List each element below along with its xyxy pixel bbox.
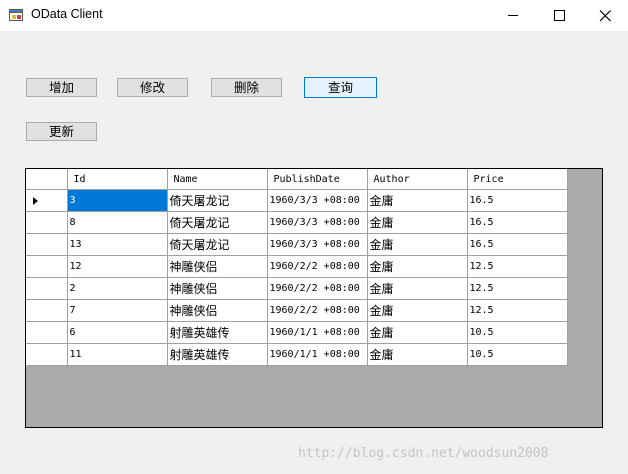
cell-id[interactable]: 6 xyxy=(67,321,168,344)
cell-name[interactable]: 神雕侠侣 xyxy=(167,277,268,300)
cell-price[interactable]: 10.5 xyxy=(467,321,568,344)
minimize-icon xyxy=(508,15,518,16)
column-header-author[interactable]: Author xyxy=(367,169,468,190)
cell-author[interactable]: 金庸 xyxy=(367,255,468,278)
row-header[interactable] xyxy=(26,299,68,322)
table-row[interactable]: 3 倚天屠龙记 1960/3/3 +08:00 金庸 16.5 xyxy=(26,189,568,212)
cell-author[interactable]: 金庸 xyxy=(367,233,468,256)
table-row[interactable]: 6 射雕英雄传 1960/1/1 +08:00 金庸 10.5 xyxy=(26,321,568,344)
table-row[interactable]: 11 射雕英雄传 1960/1/1 +08:00 金庸 10.5 xyxy=(26,343,568,366)
maximize-button[interactable] xyxy=(536,0,582,31)
cell-publish-date[interactable]: 1960/1/1 +08:00 xyxy=(267,321,368,344)
table-row[interactable]: 12 神雕侠侣 1960/2/2 +08:00 金庸 12.5 xyxy=(26,255,568,278)
cell-publish-date[interactable]: 1960/3/3 +08:00 xyxy=(267,233,368,256)
add-button[interactable]: 增加 xyxy=(26,78,97,97)
delete-button[interactable]: 删除 xyxy=(211,78,282,97)
book-data-grid[interactable]: Id Name PublishDate Author Price 3 倚天屠龙记… xyxy=(25,168,603,428)
row-header[interactable] xyxy=(26,211,68,234)
edit-button[interactable]: 修改 xyxy=(117,78,188,97)
cell-author[interactable]: 金庸 xyxy=(367,277,468,300)
cell-name[interactable]: 神雕侠侣 xyxy=(167,299,268,322)
cell-publish-date[interactable]: 1960/2/2 +08:00 xyxy=(267,255,368,278)
cell-id[interactable]: 8 xyxy=(67,211,168,234)
cell-id[interactable]: 11 xyxy=(67,343,168,366)
cell-name[interactable]: 射雕英雄传 xyxy=(167,343,268,366)
minimize-button[interactable] xyxy=(490,0,536,31)
grid-table: Id Name PublishDate Author Price 3 倚天屠龙记… xyxy=(26,169,568,366)
cell-name[interactable]: 倚天屠龙记 xyxy=(167,233,268,256)
cell-author[interactable]: 金庸 xyxy=(367,343,468,366)
query-button[interactable]: 查询 xyxy=(304,77,377,98)
maximize-icon xyxy=(554,10,565,21)
cell-price[interactable]: 16.5 xyxy=(467,233,568,256)
cell-id[interactable]: 2 xyxy=(67,277,168,300)
title-bar[interactable]: OData Client xyxy=(0,0,628,31)
cell-id[interactable]: 13 xyxy=(67,233,168,256)
grid-header-row: Id Name PublishDate Author Price xyxy=(26,169,568,190)
cell-price[interactable]: 12.5 xyxy=(467,299,568,322)
cell-author[interactable]: 金庸 xyxy=(367,211,468,234)
row-header[interactable] xyxy=(26,321,68,344)
current-row-arrow-icon xyxy=(33,197,38,205)
row-header[interactable] xyxy=(26,277,68,300)
close-button[interactable] xyxy=(582,0,628,31)
cell-name[interactable]: 射雕英雄传 xyxy=(167,321,268,344)
cell-publish-date[interactable]: 1960/3/3 +08:00 xyxy=(267,211,368,234)
cell-name[interactable]: 倚天屠龙记 xyxy=(167,211,268,234)
row-header[interactable] xyxy=(26,255,68,278)
row-header[interactable] xyxy=(26,189,68,212)
cell-publish-date[interactable]: 1960/1/1 +08:00 xyxy=(267,343,368,366)
cell-price[interactable]: 10.5 xyxy=(467,343,568,366)
refresh-button[interactable]: 更新 xyxy=(26,122,97,141)
close-icon xyxy=(599,10,611,22)
table-row[interactable]: 8 倚天屠龙记 1960/3/3 +08:00 金庸 16.5 xyxy=(26,211,568,234)
cell-price[interactable]: 16.5 xyxy=(467,189,568,212)
cell-publish-date[interactable]: 1960/2/2 +08:00 xyxy=(267,299,368,322)
cell-price[interactable]: 12.5 xyxy=(467,255,568,278)
cell-author[interactable]: 金庸 xyxy=(367,321,468,344)
cell-name[interactable]: 神雕侠侣 xyxy=(167,255,268,278)
cell-id[interactable]: 3 xyxy=(67,189,168,212)
cell-price[interactable]: 12.5 xyxy=(467,277,568,300)
column-header-publishdate[interactable]: PublishDate xyxy=(267,169,368,190)
column-header-price[interactable]: Price xyxy=(467,169,568,190)
cell-publish-date[interactable]: 1960/2/2 +08:00 xyxy=(267,277,368,300)
column-header-id[interactable]: Id xyxy=(67,169,168,190)
cell-id[interactable]: 7 xyxy=(67,299,168,322)
window-title: OData Client xyxy=(31,7,103,21)
table-row[interactable]: 13 倚天屠龙记 1960/3/3 +08:00 金庸 16.5 xyxy=(26,233,568,256)
grid-corner-cell[interactable] xyxy=(26,169,68,190)
cell-author[interactable]: 金庸 xyxy=(367,189,468,212)
cell-name[interactable]: 倚天屠龙记 xyxy=(167,189,268,212)
cell-price[interactable]: 16.5 xyxy=(467,211,568,234)
app-window-icon xyxy=(9,8,25,22)
row-header[interactable] xyxy=(26,343,68,366)
blog-watermark: http://blog.csdn.net/woodsun2008 xyxy=(298,446,549,461)
cell-id[interactable]: 12 xyxy=(67,255,168,278)
row-header[interactable] xyxy=(26,233,68,256)
cell-publish-date[interactable]: 1960/3/3 +08:00 xyxy=(267,189,368,212)
column-header-name[interactable]: Name xyxy=(167,169,268,190)
cell-author[interactable]: 金庸 xyxy=(367,299,468,322)
table-row[interactable]: 2 神雕侠侣 1960/2/2 +08:00 金庸 12.5 xyxy=(26,277,568,300)
table-row[interactable]: 7 神雕侠侣 1960/2/2 +08:00 金庸 12.5 xyxy=(26,299,568,322)
